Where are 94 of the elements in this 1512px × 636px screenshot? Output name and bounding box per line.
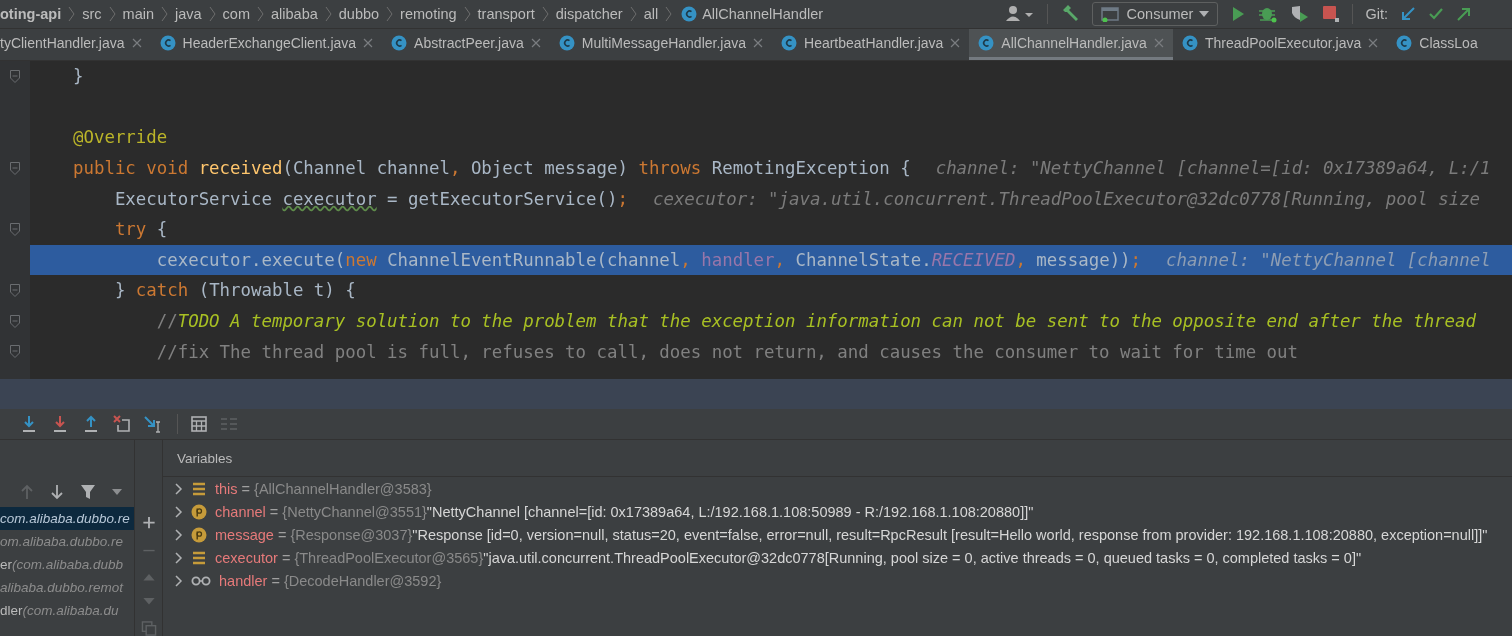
fold-icon[interactable] — [10, 283, 20, 297]
arrow-icon[interactable] — [1456, 6, 1472, 22]
glasses-icon — [191, 574, 211, 587]
copy-icon[interactable] — [140, 621, 157, 636]
code-text: //TODO A temporary solution to the problem that the exception information can not be sent to the opposite end after the thread — [155, 311, 1476, 332]
close-icon[interactable] — [363, 38, 374, 48]
class-icon — [681, 6, 698, 22]
code-text: } catch (Throwable t) { — [113, 280, 356, 301]
check-icon[interactable] — [1428, 6, 1444, 22]
user-icon[interactable] — [1004, 5, 1035, 23]
editor-tab[interactable]: AllChannelHandler.java — [969, 29, 1173, 60]
filter-icon[interactable] — [80, 484, 96, 500]
breadcrumb[interactable]: dubbo — [338, 6, 380, 22]
breadcrumb[interactable]: main — [122, 6, 154, 22]
close-icon[interactable] — [530, 38, 541, 48]
breadcrumb[interactable]: src — [82, 6, 102, 22]
fold-icon[interactable] — [10, 161, 20, 175]
chevron-icon — [68, 6, 76, 22]
panel-title: Variables — [163, 440, 1512, 477]
field-icon — [191, 481, 207, 496]
drop-frame-icon[interactable] — [113, 415, 131, 433]
frame-item[interactable]: com.alibaba.dubbo.re — [0, 507, 134, 530]
variable-entry[interactable]: this = {AllChannelHandler@3583} — [215, 480, 432, 497]
arrow-icon[interactable] — [1400, 6, 1416, 22]
variable-entry[interactable]: channel = {NettyChannel@3551}"NettyChannel [channel=[id: 0x17389a64, L:/192.168.1.108:50989 - R:/192.168.1.108:20880]]" — [215, 503, 1034, 520]
bug-icon[interactable] — [1258, 5, 1279, 23]
triangle-up-icon[interactable] — [141, 572, 156, 582]
close-icon[interactable] — [1153, 38, 1164, 48]
variable-entry[interactable]: message = {Response@3037}"Response [id=0, version=null, status=20, event=false, error=null, result=RpcResult [result=Hello world, response from provider: 192.168.1.108:20880, exception=null]]" — [215, 526, 1488, 543]
step-out-icon[interactable] — [82, 415, 100, 433]
window-icon — [1100, 6, 1121, 22]
frame-item[interactable]: dler(com.alibaba.du — [0, 599, 134, 622]
chevron-icon — [541, 6, 549, 22]
breadcrumb[interactable]: remoting — [400, 6, 457, 22]
chevron-icon — [161, 6, 168, 22]
chevron-icon — [386, 6, 394, 22]
breadcrumb[interactable]: oting-api — [0, 6, 62, 22]
code-text: try { — [113, 219, 168, 240]
plus-icon[interactable] — [141, 516, 156, 530]
frame-item[interactable]: om.alibaba.dubbo.re — [0, 530, 134, 553]
chevron-icon — [108, 6, 116, 22]
code-text: @Override — [73, 127, 168, 148]
fold-icon[interactable] — [10, 345, 20, 359]
expand-icon[interactable] — [175, 528, 183, 541]
chevron-icon — [324, 6, 332, 22]
frame-item[interactable]: er(com.alibaba.dubb — [0, 553, 134, 576]
breadcrumb[interactable]: AllChannelHandler — [679, 6, 824, 22]
chevron-icon — [257, 6, 264, 22]
arrow-up-icon[interactable] — [20, 484, 34, 500]
chevron-icon — [463, 6, 471, 22]
triangle-down-icon[interactable] — [141, 596, 156, 606]
vcs-label: Git: — [1365, 6, 1388, 22]
close-icon[interactable] — [950, 38, 961, 48]
code-text: //fix The thread pool is full, refuses to call, does not return, and causes the consumer to wait for time out — [155, 341, 1298, 362]
caret-icon[interactable] — [112, 489, 122, 495]
expand-icon[interactable] — [175, 574, 183, 587]
caret-icon — [1199, 11, 1210, 17]
variable-entry[interactable]: handler = {DecodeHandler@3592} — [219, 572, 442, 589]
parameter-icon — [191, 503, 207, 520]
expand-icon[interactable] — [175, 505, 183, 518]
variable-entry[interactable]: cexecutor = {ThreadPoolExecutor@3565}"java.util.concurrent.ThreadPoolExecutor@32dc0778[Running, pool size = 0, active threads = 0, queued tasks = 0, completed tasks = 0]" — [215, 549, 1362, 566]
fold-icon[interactable] — [10, 222, 20, 236]
inline-value-hint: cexecutor: "java.util.concurrent.ThreadPoolExecutor@32dc0778[Running, pool size — [652, 188, 1481, 209]
arrow-down-icon[interactable] — [50, 484, 64, 500]
breadcrumb[interactable]: com — [222, 6, 250, 22]
stop-icon[interactable] — [1322, 5, 1341, 23]
inline-value-hint: channel: "NettyChannel [channel=[id: 0x17389a64, L:/1 — [935, 158, 1491, 179]
code-text: cexecutor.execute(new ChannelEventRunnable(channel, handler, ChannelState.RECEIVED, message)); — [155, 249, 1142, 270]
field-icon — [191, 550, 207, 565]
run-config-dropdown[interactable]: Consumer — [1091, 2, 1219, 26]
step-into-icon[interactable] — [20, 415, 38, 433]
close-icon[interactable] — [131, 38, 142, 48]
code-text: ExecutorService cexecutor = getExecutorService(); — [113, 188, 628, 209]
fold-icon[interactable] — [10, 314, 20, 328]
chevron-icon — [208, 6, 216, 22]
close-icon[interactable] — [753, 38, 763, 48]
breadcrumb[interactable]: dispatcher — [555, 6, 623, 22]
inline-value-hint: channel: "NettyChannel [channel — [1166, 249, 1491, 270]
step-into-icon[interactable] — [51, 415, 69, 433]
close-icon[interactable] — [1368, 38, 1379, 48]
code-text: } — [73, 66, 84, 87]
frame-item[interactable]: alibaba.dubbo.remot — [0, 576, 134, 599]
chevron-icon — [629, 6, 637, 22]
expand-icon[interactable] — [175, 482, 183, 495]
parameter-icon — [191, 526, 207, 543]
calculator-icon[interactable] — [191, 416, 207, 432]
breadcrumb[interactable]: all — [643, 6, 659, 22]
expand-icon[interactable] — [175, 551, 183, 564]
chevron-icon — [665, 6, 673, 22]
breadcrumb[interactable]: alibaba — [271, 6, 318, 22]
breadcrumb[interactable]: transport — [477, 6, 535, 22]
code-text: public void received(Channel channel, Object message) throws RemotingException { — [73, 158, 911, 179]
fold-icon[interactable] — [10, 69, 20, 83]
breadcrumb[interactable]: java — [175, 6, 202, 22]
